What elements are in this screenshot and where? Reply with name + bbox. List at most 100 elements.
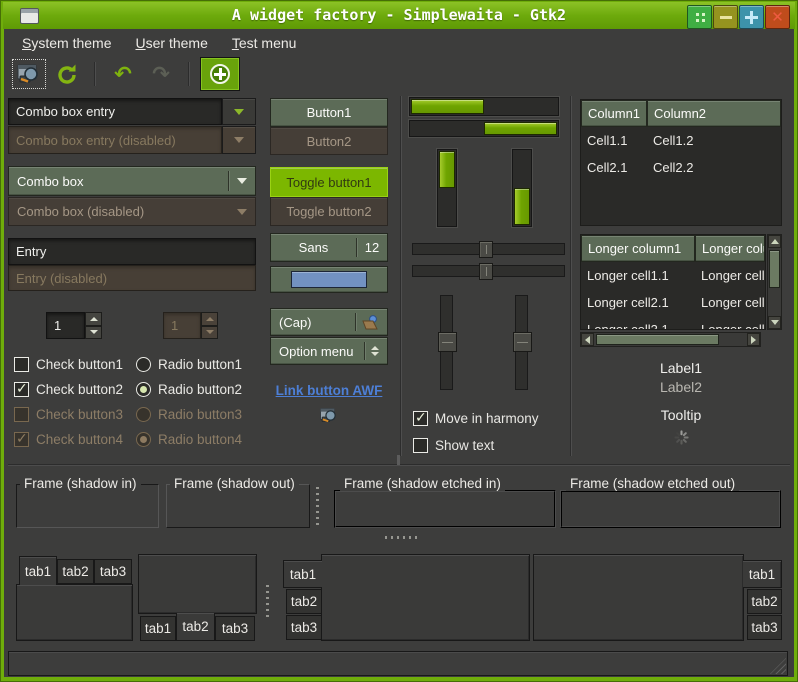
menu-test-menu[interactable]: Test menu [220,31,309,55]
awf-logo-toolbutton[interactable] [12,59,46,89]
frame-label: Frame (shadow out) [170,476,299,491]
menu-user-theme[interactable]: User theme [123,31,219,55]
tab-right-tab3[interactable]: tab3 [747,615,782,640]
show-text-check[interactable]: Show text [413,434,494,456]
radio-disabled [136,407,151,422]
hscale-1[interactable] [412,243,565,255]
radio-button-2[interactable]: Radio button2 [136,378,242,400]
button1[interactable]: Button1 [270,98,388,127]
combo-box-entry-arrow-button[interactable] [222,98,256,125]
link-button-wrap: Link button AWF [270,380,388,400]
column-header[interactable]: Longer column1 [581,235,695,262]
maximize-button[interactable] [739,5,764,29]
font-button[interactable]: Sans 12 [270,233,388,262]
up-down-arrows-icon [371,346,379,356]
vertical-scroll-thumb[interactable] [769,250,780,288]
tab-left-tab2[interactable]: tab2 [286,589,322,614]
combo-box-entry[interactable]: Combo box entry [8,98,222,125]
table-row[interactable]: Cell2.1 Cell2.2 [581,154,781,181]
spin-arrows[interactable] [85,312,102,339]
awf-small-icon [319,406,339,425]
close-button[interactable]: ✕ [765,5,790,29]
window-menu-button[interactable] [687,5,712,29]
treeview-1[interactable]: Column1 Column2 Cell1.1 Cell1.2 Cell2.1 … [580,99,782,226]
undo-toolbutton[interactable]: ↶ [106,59,140,89]
minimize-button[interactable] [713,5,738,29]
vscale-2-handle[interactable] [513,332,532,352]
combo-box[interactable]: Combo box [8,166,256,196]
tab-bottom-tab2[interactable]: tab2 [176,613,215,641]
scroll-right-button[interactable] [747,333,760,346]
spin-entry[interactable]: 1 [46,312,85,339]
column-separator [570,96,571,456]
treeview-2[interactable]: Longer column1 Longer column2 Longer cel… [580,234,766,330]
paned-dotted-handle[interactable] [316,487,319,525]
spin-down-button[interactable] [85,326,102,340]
maximize-icon [745,11,758,24]
tab-right-tab2[interactable]: tab2 [747,589,782,614]
menu-system-theme[interactable]: System theme [10,31,123,55]
arrow-right-icon [751,336,756,344]
hscale-2[interactable] [412,265,565,277]
spin-up-button [201,312,218,326]
checkbox-checked[interactable] [14,382,29,397]
vertical-scrollbar[interactable] [767,234,782,330]
tab-bottom-tab1[interactable]: tab1 [140,616,176,641]
column-header[interactable]: Longer column2 [695,235,765,262]
spin-button[interactable]: 1 [46,312,102,339]
vscale-1[interactable] [440,295,453,390]
option-menu[interactable]: Option menu [270,337,388,365]
tab-top-tab3[interactable]: tab3 [94,559,132,584]
checkbox-unchecked[interactable] [413,438,428,453]
check-button-1[interactable]: Check button1 [14,353,123,375]
tab-top-tab1[interactable]: tab1 [19,556,57,585]
hscale-1-handle[interactable] [479,241,493,258]
progress-fill [484,122,557,135]
cap-file-button[interactable]: (Cap) [270,308,388,336]
arrow-down-icon [206,330,214,334]
entry-field[interactable]: Entry [8,238,256,265]
tab-bottom-tab3[interactable]: tab3 [215,616,255,641]
table-row[interactable]: Cell1.1 Cell1.2 [581,127,781,154]
tab-right-tab1[interactable]: tab1 [743,560,782,588]
tab-top-tab2[interactable]: tab2 [57,559,94,584]
horizontal-scroll-thumb[interactable] [596,334,719,345]
radio-button-1[interactable]: Radio button1 [136,353,242,375]
vscale-1-handle[interactable] [438,332,457,352]
move-in-harmony-check[interactable]: Move in harmony [413,407,539,429]
notebook-left-body [321,554,530,641]
spin-up-button[interactable] [85,312,102,326]
scroll-down-button[interactable] [768,316,781,329]
column-header[interactable]: Column1 [581,100,647,127]
radio-unselected[interactable] [136,357,151,372]
paned-dotted-handle[interactable] [266,585,269,619]
hscale-2-handle[interactable] [479,263,493,280]
column-header[interactable]: Column2 [647,100,781,127]
titlebar[interactable]: A widget factory - Simplewaita - Gtk2 ✕ [3,2,795,29]
add-toolbutton[interactable] [200,57,240,91]
toggle-button1-active[interactable]: Toggle button1 [270,167,388,197]
radio-selected[interactable] [136,382,151,397]
toggle-button2-disabled: Toggle button2 [270,197,388,226]
table-row[interactable]: Longer cell1.1 Longer cell1.2 [581,262,765,289]
horizontal-scrollbar[interactable] [580,332,761,347]
paned-handle[interactable] [397,455,400,465]
scroll-left-button[interactable] [581,333,594,346]
check-button-2[interactable]: Check button2 [14,378,123,400]
redo-toolbutton: ↷ [144,59,178,89]
combo-separator [228,171,229,191]
checkbox-checked[interactable] [413,411,428,426]
link-button-awf[interactable]: Link button AWF [276,383,383,398]
checkbox-unchecked[interactable] [14,357,29,372]
vscale-2[interactable] [515,295,528,390]
scroll-up-button[interactable] [768,235,781,248]
table-row[interactable]: Longer cell2.1 Longer cell2.2 [581,289,765,316]
tab-left-tab1[interactable]: tab1 [283,560,322,588]
paned-dotted-handle[interactable] [385,536,421,539]
refresh-toolbutton[interactable] [50,59,84,89]
combo-box-entry-disabled-arrow-button [222,126,256,154]
table-row[interactable]: Longer cell3.1 Longer cell3.2 [581,316,765,330]
resize-grip[interactable] [770,658,786,674]
color-button[interactable] [270,266,388,293]
tab-left-tab3[interactable]: tab3 [286,615,322,640]
